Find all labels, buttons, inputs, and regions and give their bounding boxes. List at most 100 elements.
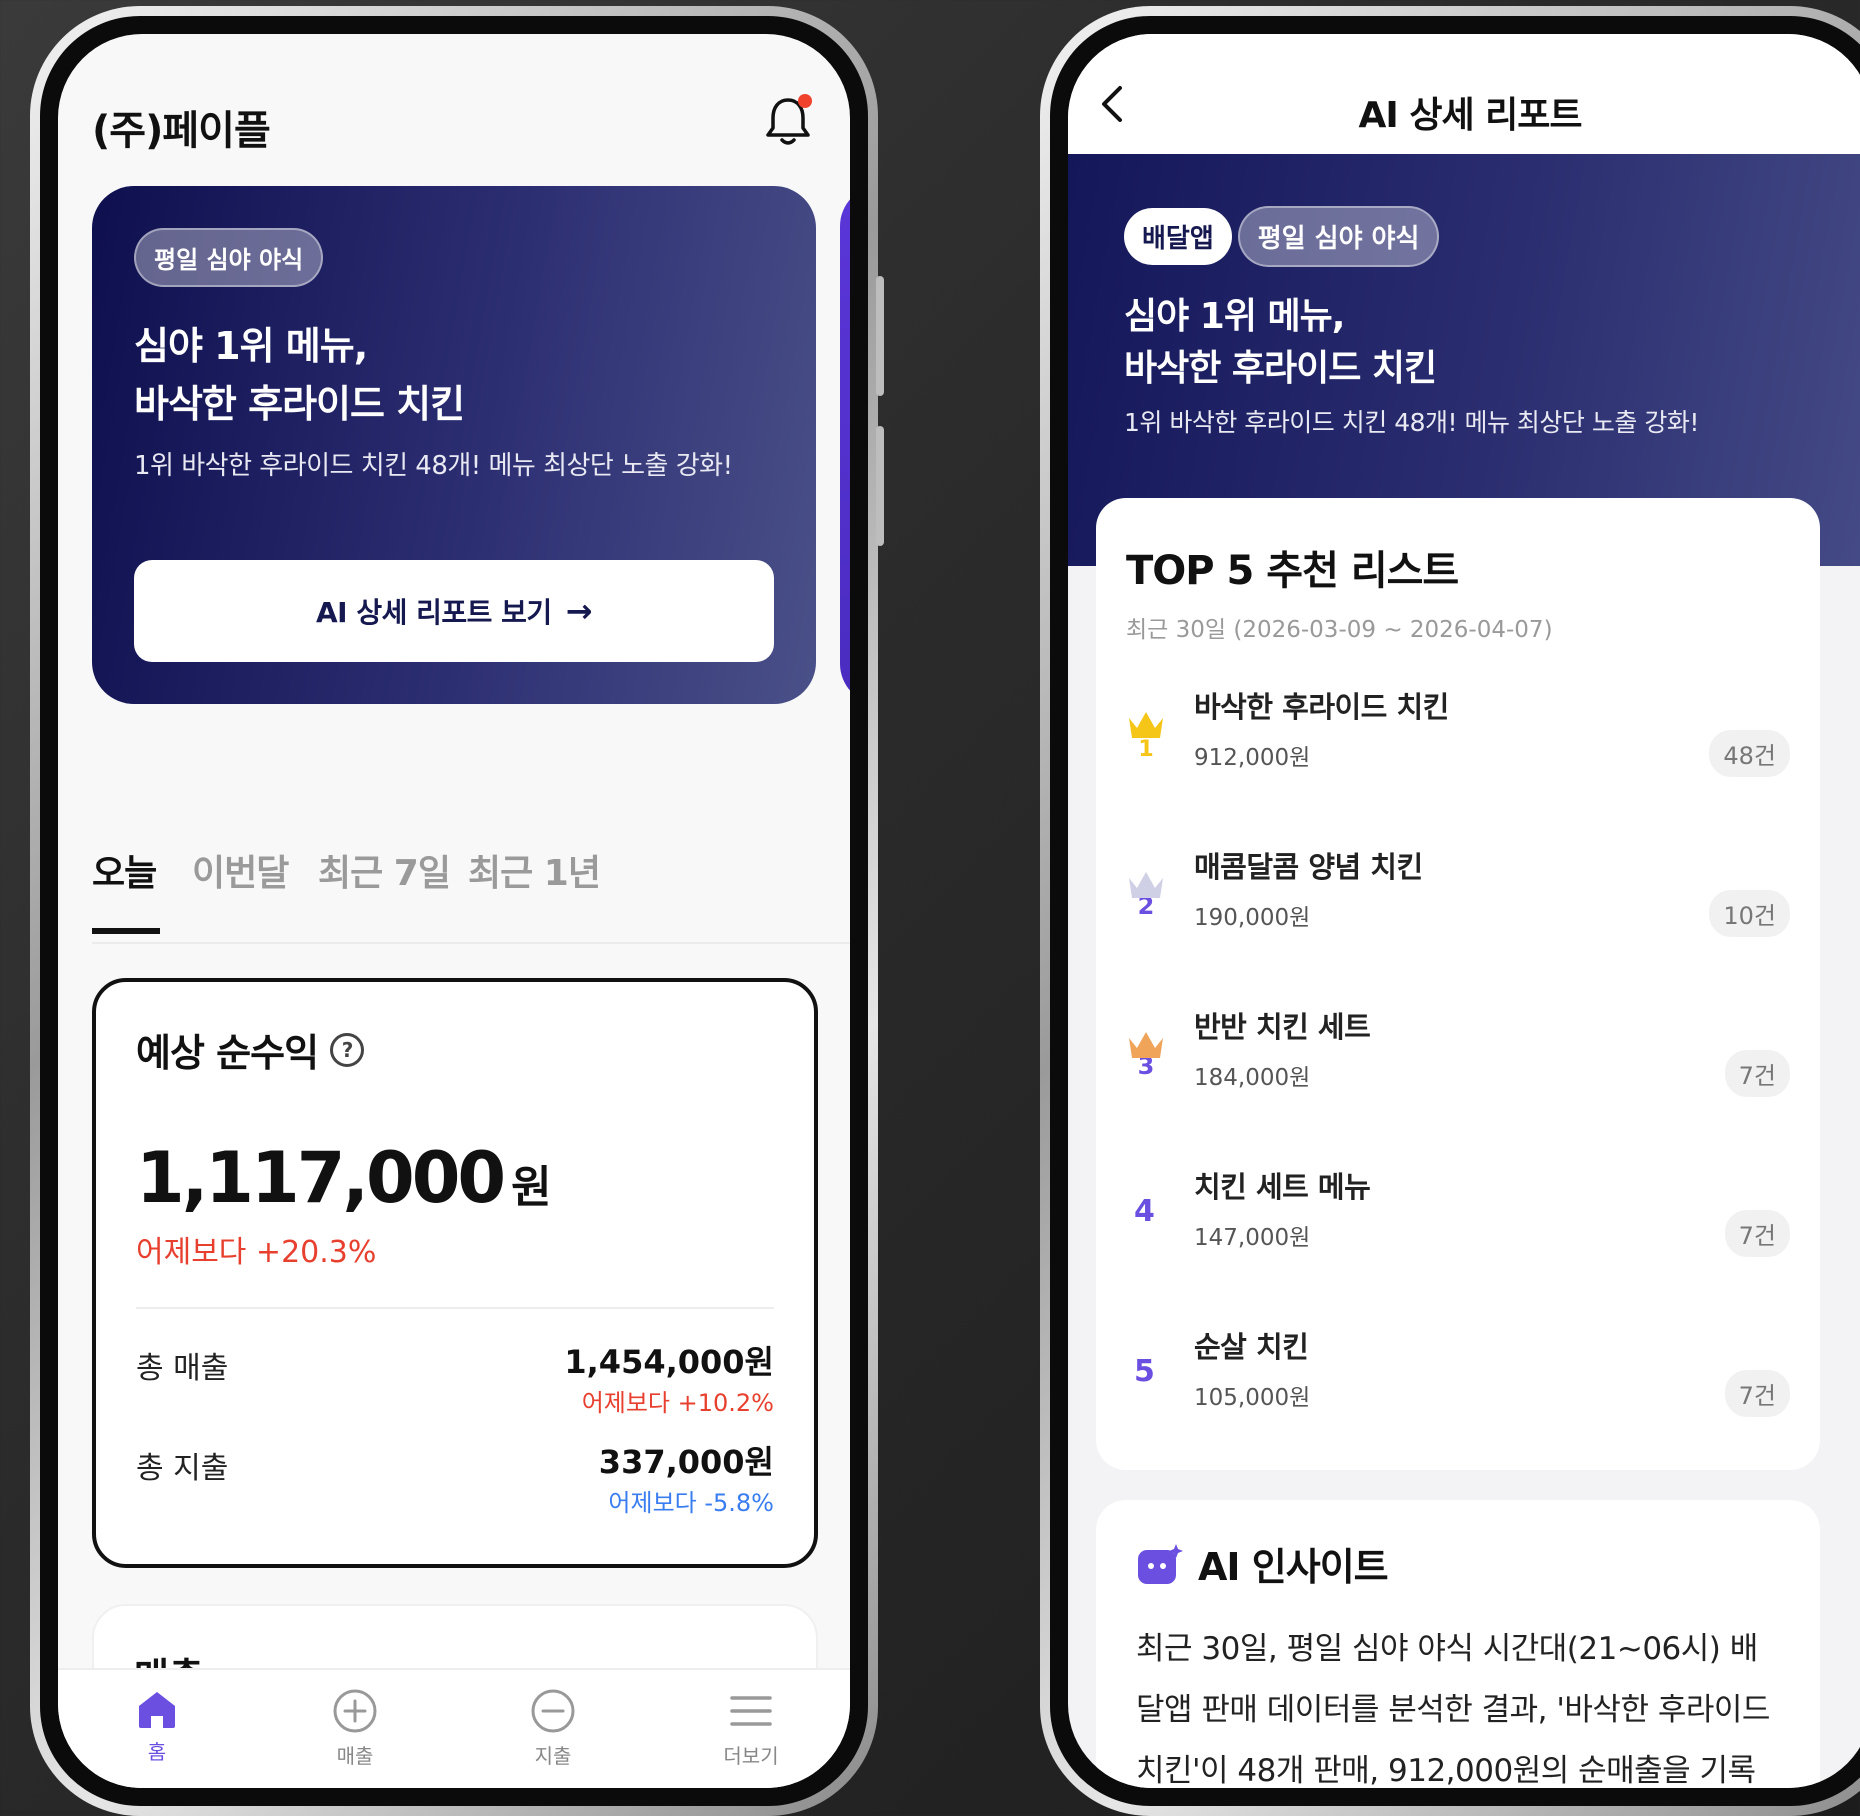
insight-title: AI 인사이트	[1198, 1545, 1389, 1589]
total-sales-label: 총 매출	[136, 1351, 229, 1386]
ai-report-button[interactable]: AI 상세 리포트 보기 →	[134, 560, 774, 662]
rank-count: 10건	[1709, 890, 1790, 937]
rank-amount: 912,000원	[1194, 745, 1311, 771]
phone-bezel: AI 상세 리포트 배달앱 평일 심야 야식 심야 1위 메뉴, 바삭한 후라이드…	[1050, 16, 1860, 1806]
ai-bot-icon	[1138, 1543, 1183, 1584]
ai-insight-card: AI 인사이트 최근 30일, 평일 심야 야식 시간대(21~06시) 배달앱…	[1096, 1500, 1820, 1788]
total-expense-delta: 어제보다 -5.8%	[608, 1489, 774, 1517]
period-tabs: 오늘 이번달 최근 7일 최근 1년	[92, 844, 850, 944]
list-item[interactable]: 2 매콤달콤 양념 치킨 190,000원 10건	[1126, 834, 1790, 994]
phone-left: (주)페이플 평일 심야 야식 심야 1위 메뉴, 바삭한 후라이드 치킨 1위…	[30, 6, 884, 1816]
rank-count: 7건	[1724, 1210, 1790, 1257]
rank-amount: 190,000원	[1194, 905, 1311, 931]
app-header: (주)페이플	[92, 94, 816, 158]
banner-subtitle: 1위 바삭한 후라이드 치킨 48개! 메뉴 최상단 노출 강화!	[1124, 408, 1699, 437]
notification-bell-icon[interactable]	[762, 94, 814, 148]
list-item[interactable]: 4 치킨 세트 메뉴 147,000원 7건	[1126, 1154, 1790, 1314]
rank-count: 7건	[1724, 1370, 1790, 1417]
banner-title-line1: 심야 1위 메뉴,	[1124, 296, 1345, 337]
notification-dot	[798, 94, 812, 108]
rank-count: 48건	[1709, 730, 1790, 777]
rank-name: 치킨 세트 메뉴	[1194, 1170, 1371, 1204]
bottom-nav: 홈 매출 지출 더보기	[58, 1668, 850, 1788]
tab-today[interactable]: 오늘	[92, 844, 157, 896]
gold-crown-icon: 1	[1129, 712, 1163, 760]
divider	[136, 1307, 774, 1309]
phone-right: AI 상세 리포트 배달앱 평일 심야 야식 심야 1위 메뉴, 바삭한 후라이드…	[1040, 6, 1860, 1816]
top5-period: 최근 30일 (2026-03-09 ~ 2026-04-07)	[1126, 617, 1553, 643]
expected-profit-card: 예상 순수익 ? 1,117,000 원 어제보다 +20.3% 총 매출 1,…	[92, 978, 818, 1568]
rank-count: 7건	[1724, 1050, 1790, 1097]
home-icon	[139, 1692, 175, 1728]
promo-card[interactable]: 평일 심야 야식 심야 1위 메뉴, 바삭한 후라이드 치킨 1위 바삭한 후라…	[92, 186, 816, 704]
list-item[interactable]: 3 반반 치킨 세트 184,000원 7건	[1126, 994, 1790, 1154]
list-item[interactable]: 5 순살 치킨 105,000원 7건	[1126, 1314, 1790, 1474]
nav-expense[interactable]: 지출	[454, 1670, 652, 1788]
plus-circle-icon	[333, 1689, 377, 1733]
arrow-right-icon: →	[565, 592, 593, 630]
chip-late-night: 평일 심야 야식	[1237, 206, 1440, 267]
list-item[interactable]: 1 바삭한 후라이드 치킨 912,000원 48건	[1126, 674, 1790, 834]
top5-title: TOP 5 추천 리스트	[1126, 548, 1459, 594]
nav-home-label: 홈	[147, 1740, 167, 1764]
rank-amount: 105,000원	[1194, 1385, 1311, 1411]
rank-name: 바삭한 후라이드 치킨	[1194, 690, 1449, 724]
bronze-crown-icon: 3	[1129, 1032, 1163, 1080]
home-screen: (주)페이플 평일 심야 야식 심야 1위 메뉴, 바삭한 후라이드 치킨 1위…	[58, 34, 850, 1788]
rank-number: 4	[1134, 1194, 1155, 1229]
ai-report-button-label: AI 상세 리포트 보기	[316, 596, 552, 629]
rank-amount: 184,000원	[1194, 1065, 1311, 1091]
rank-number: 1	[1138, 737, 1153, 760]
minus-circle-icon	[531, 1689, 575, 1733]
rank-list: 1 바삭한 후라이드 치킨 912,000원 48건 2 매콤달콤 양념 치킨 …	[1126, 674, 1790, 1474]
profit-unit: 원	[511, 1162, 552, 1213]
profit-amount: 1,117,000	[136, 1137, 506, 1219]
total-sales-value: 1,454,000원	[564, 1343, 774, 1381]
report-screen: AI 상세 리포트 배달앱 평일 심야 야식 심야 1위 메뉴, 바삭한 후라이드…	[1068, 34, 1860, 1788]
promo-title-line2: 바삭한 후라이드 치킨	[134, 382, 465, 426]
tab-this-month[interactable]: 이번달	[192, 844, 289, 896]
promo-title-line1: 심야 1위 메뉴,	[134, 324, 368, 368]
company-name: (주)페이플	[92, 108, 271, 154]
rank-name: 반반 치킨 세트	[1194, 1010, 1371, 1044]
insight-body: 최근 30일, 평일 심야 야식 시간대(21~06시) 배달앱 판매 데이터를…	[1136, 1631, 1770, 1788]
profit-amount-row: 1,117,000 원	[136, 1137, 774, 1219]
nav-sales[interactable]: 매출	[256, 1670, 454, 1788]
banner-title-line2: 바삭한 후라이드 치킨	[1124, 348, 1437, 389]
total-sales-delta: 어제보다 +10.2%	[581, 1389, 774, 1417]
silver-crown-icon: 2	[1129, 872, 1163, 920]
promo-subtitle: 1위 바삭한 후라이드 치킨 48개! 메뉴 최상단 노출 강화!	[134, 451, 733, 481]
nav-expense-label: 지출	[534, 1744, 572, 1768]
promo-title: 심야 1위 메뉴, 바삭한 후라이드 치킨	[134, 317, 774, 433]
phone-bezel: (주)페이플 평일 심야 야식 심야 1위 메뉴, 바삭한 후라이드 치킨 1위…	[40, 16, 868, 1806]
insight-header: AI 인사이트	[1136, 1536, 1780, 1591]
tab-last-7-days[interactable]: 최근 7일	[318, 844, 451, 896]
banner-title: 심야 1위 메뉴, 바삭한 후라이드 치킨	[1124, 291, 1816, 395]
menu-icon	[730, 1696, 772, 1726]
rank-name: 순살 치킨	[1194, 1330, 1309, 1364]
nav-home[interactable]: 홈	[58, 1670, 256, 1788]
volume-button	[876, 276, 884, 396]
power-button	[876, 426, 884, 546]
report-title: AI 상세 리포트	[1358, 95, 1583, 136]
nav-more-label: 더보기	[723, 1744, 779, 1768]
profit-title: 예상 순수익	[136, 1031, 319, 1075]
total-expense-row: 총 지출 337,000원 어제보다 -5.8%	[136, 1431, 774, 1531]
rank-amount: 147,000원	[1194, 1225, 1311, 1251]
active-tab-indicator	[92, 928, 160, 934]
profit-title-row: 예상 순수익 ?	[136, 1022, 774, 1077]
tab-last-1-year[interactable]: 최근 1년	[468, 844, 601, 896]
top5-card: TOP 5 추천 리스트 최근 30일 (2026-03-09 ~ 2026-0…	[1096, 498, 1820, 1470]
total-expense-label: 총 지출	[136, 1451, 229, 1486]
help-icon[interactable]: ?	[330, 1032, 365, 1067]
total-sales-row: 총 매출 1,454,000원 어제보다 +10.2%	[136, 1331, 774, 1431]
chip-delivery-app: 배달앱	[1124, 208, 1232, 265]
rank-name: 매콤달콤 양념 치킨	[1194, 850, 1423, 884]
total-expense-value: 337,000원	[598, 1443, 774, 1481]
nav-more[interactable]: 더보기	[652, 1670, 850, 1788]
profit-delta: 어제보다 +20.3%	[136, 1235, 377, 1270]
promo-chip: 평일 심야 야식	[134, 228, 324, 287]
next-promo-card-peek[interactable]	[840, 186, 850, 704]
nav-sales-label: 매출	[336, 1744, 374, 1768]
rank-number: 5	[1134, 1354, 1155, 1389]
